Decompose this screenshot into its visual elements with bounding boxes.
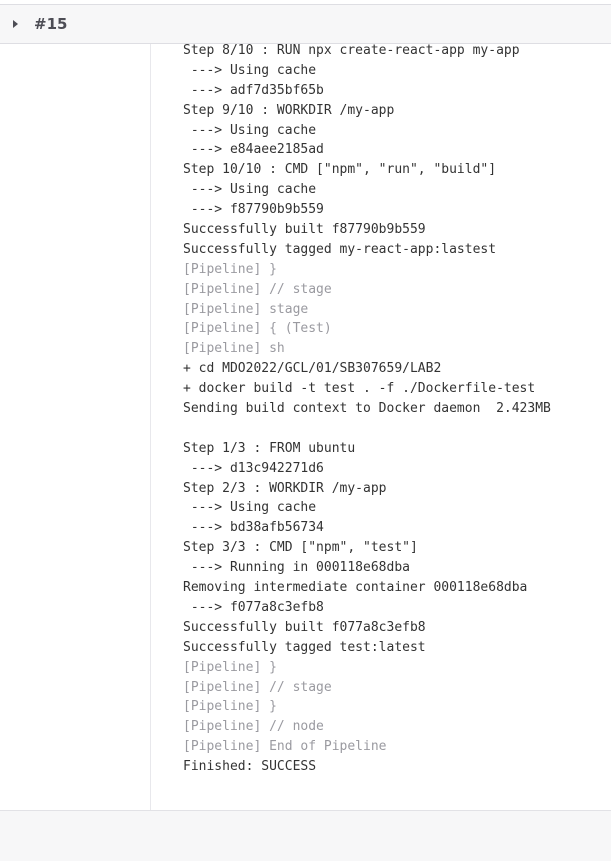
log-gutter-divider: [150, 44, 151, 811]
log-line: ---> d13c942271d6: [183, 460, 324, 476]
page-footer: [0, 810, 611, 861]
log-line: + cd MDO2022/GCL/01/SB307659/LAB2: [183, 361, 442, 377]
log-line: ---> Running in 000118e68dba: [183, 560, 410, 576]
log-line: Step 10/10 : CMD ["npm", "run", "build"]: [183, 162, 497, 178]
log-line: Successfully tagged my-react-app:lastest: [183, 241, 497, 257]
pipeline-log-line: [Pipeline] }: [183, 659, 277, 675]
log-line: Step 3/3 : CMD ["npm", "test"]: [183, 540, 418, 556]
pipeline-log-line: [Pipeline] End of Pipeline: [183, 739, 387, 755]
pipeline-log-line: [Pipeline] stage: [183, 301, 309, 317]
pipeline-log-line: [Pipeline] // stage: [183, 679, 332, 695]
log-line: ---> Using cache: [183, 62, 317, 78]
log-line: ---> bd38afb56734: [183, 520, 324, 536]
pipeline-log-line: [Pipeline] sh: [183, 341, 285, 357]
log-line: Step 9/10 : WORKDIR /my-app: [183, 102, 395, 118]
build-number[interactable]: #15: [34, 15, 67, 33]
log-line: Step 2/3 : WORKDIR /my-app: [183, 480, 387, 496]
log-line: Successfully built f077a8c3efb8: [183, 619, 426, 635]
log-line: Finished: SUCCESS: [183, 759, 317, 775]
pipeline-log-line: [Pipeline] { (Test): [183, 321, 332, 337]
log-line: Successfully built f87790b9b559: [183, 222, 426, 238]
log-line: Sending build context to Docker daemon 2…: [183, 401, 551, 417]
log-line: Step 1/3 : FROM ubuntu: [183, 440, 356, 456]
log-line: + docker build -t test . -f ./Dockerfile…: [183, 381, 536, 397]
log-line: ---> Using cache: [183, 500, 317, 516]
expand-caret-icon[interactable]: [13, 20, 18, 28]
pipeline-log-line: [Pipeline] }: [183, 261, 277, 277]
log-line: ---> e84aee2185ad: [183, 142, 324, 158]
pipeline-log-line: [Pipeline] // stage: [183, 281, 332, 297]
log-line: ---> f077a8c3efb8: [183, 599, 324, 615]
log-line: Successfully tagged test:latest: [183, 639, 426, 655]
log-line: Step 8/10 : RUN npx create-react-app my-…: [183, 43, 520, 58]
log-line: ---> f87790b9b559: [183, 202, 324, 218]
log-line: ---> Using cache: [183, 182, 317, 198]
build-header[interactable]: #15: [0, 4, 611, 44]
pipeline-log-line: [Pipeline] // node: [183, 719, 324, 735]
log-line: Removing intermediate container 000118e6…: [183, 580, 528, 596]
pipeline-log-line: [Pipeline] }: [183, 699, 277, 715]
log-line: ---> adf7d35bf65b: [183, 82, 324, 98]
console-output: Step 8/10 : RUN npx create-react-app my-…: [183, 41, 608, 777]
log-line: ---> Using cache: [183, 122, 317, 138]
